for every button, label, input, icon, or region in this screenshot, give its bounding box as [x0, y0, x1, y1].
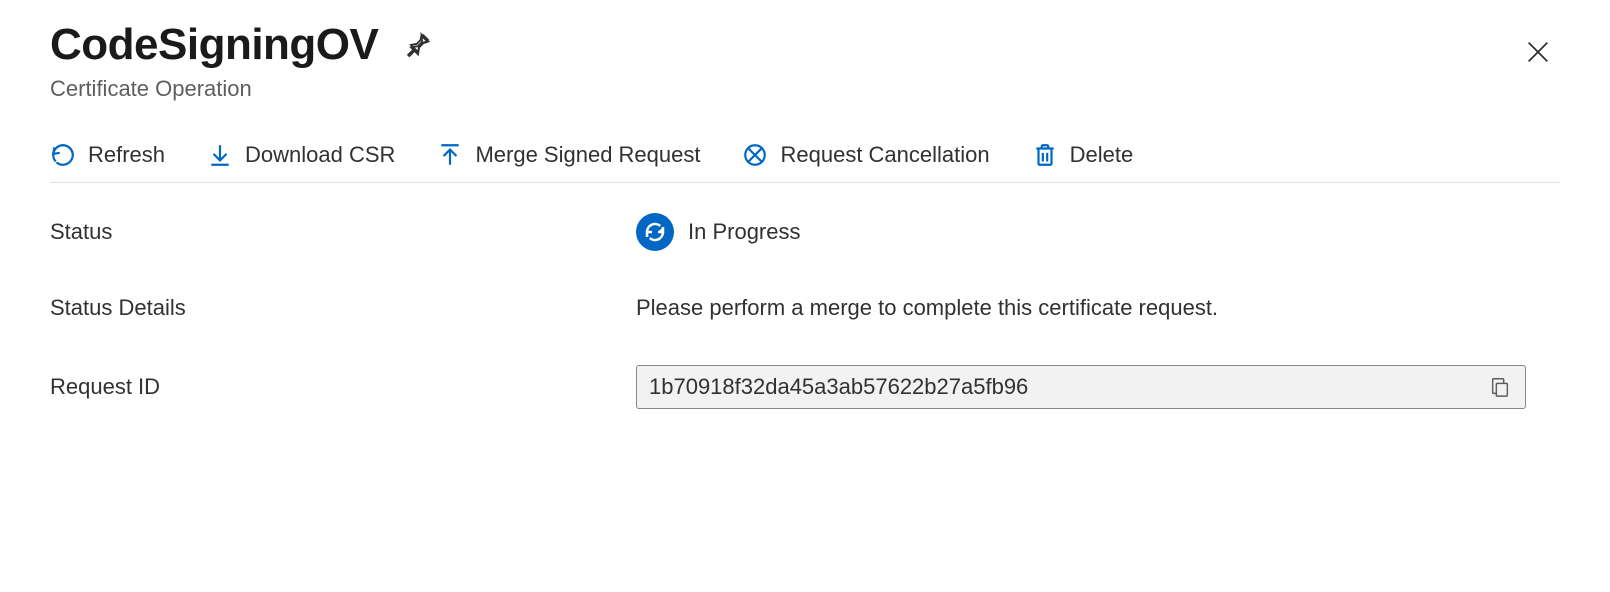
request-id-field: 1b70918f32da45a3ab57622b27a5fb96 — [636, 365, 1526, 409]
status-details-label: Status Details — [50, 295, 636, 321]
refresh-label: Refresh — [88, 142, 165, 168]
delete-label: Delete — [1070, 142, 1134, 168]
trash-icon — [1032, 142, 1058, 168]
status-row: Status In Progress — [50, 213, 1560, 251]
page-title: CodeSigningOV — [50, 20, 378, 70]
request-id-value: 1b70918f32da45a3ab57622b27a5fb96 — [649, 374, 1028, 400]
cancel-icon — [742, 142, 768, 168]
copy-button[interactable] — [1487, 374, 1513, 400]
download-csr-label: Download CSR — [245, 142, 395, 168]
pin-icon — [404, 31, 432, 59]
toolbar: Refresh Download CSR Merge Signed Reques… — [50, 142, 1560, 183]
pin-button[interactable] — [398, 25, 438, 65]
request-id-row: Request ID 1b70918f32da45a3ab57622b27a5f… — [50, 365, 1560, 409]
close-icon — [1524, 38, 1552, 66]
status-details-value: Please perform a merge to complete this … — [636, 295, 1560, 321]
details-section: Status In Progress Status Details Please… — [50, 213, 1560, 409]
delete-button[interactable]: Delete — [1032, 142, 1134, 168]
in-progress-icon — [636, 213, 674, 251]
upload-icon — [437, 142, 463, 168]
status-value: In Progress — [688, 219, 801, 245]
request-cancellation-label: Request Cancellation — [780, 142, 989, 168]
page-subtitle: Certificate Operation — [50, 76, 438, 102]
copy-icon — [1489, 376, 1511, 398]
request-id-label: Request ID — [50, 374, 636, 400]
download-csr-button[interactable]: Download CSR — [207, 142, 395, 168]
status-details-row: Status Details Please perform a merge to… — [50, 295, 1560, 321]
refresh-button[interactable]: Refresh — [50, 142, 165, 168]
refresh-icon — [50, 142, 76, 168]
merge-signed-button[interactable]: Merge Signed Request — [437, 142, 700, 168]
merge-signed-label: Merge Signed Request — [475, 142, 700, 168]
request-cancellation-button[interactable]: Request Cancellation — [742, 142, 989, 168]
status-value-wrap: In Progress — [636, 213, 1560, 251]
header: CodeSigningOV Certificate Operation — [50, 20, 1560, 102]
status-label: Status — [50, 219, 636, 245]
close-button[interactable] — [1516, 30, 1560, 74]
download-icon — [207, 142, 233, 168]
title-block: CodeSigningOV Certificate Operation — [50, 20, 438, 102]
